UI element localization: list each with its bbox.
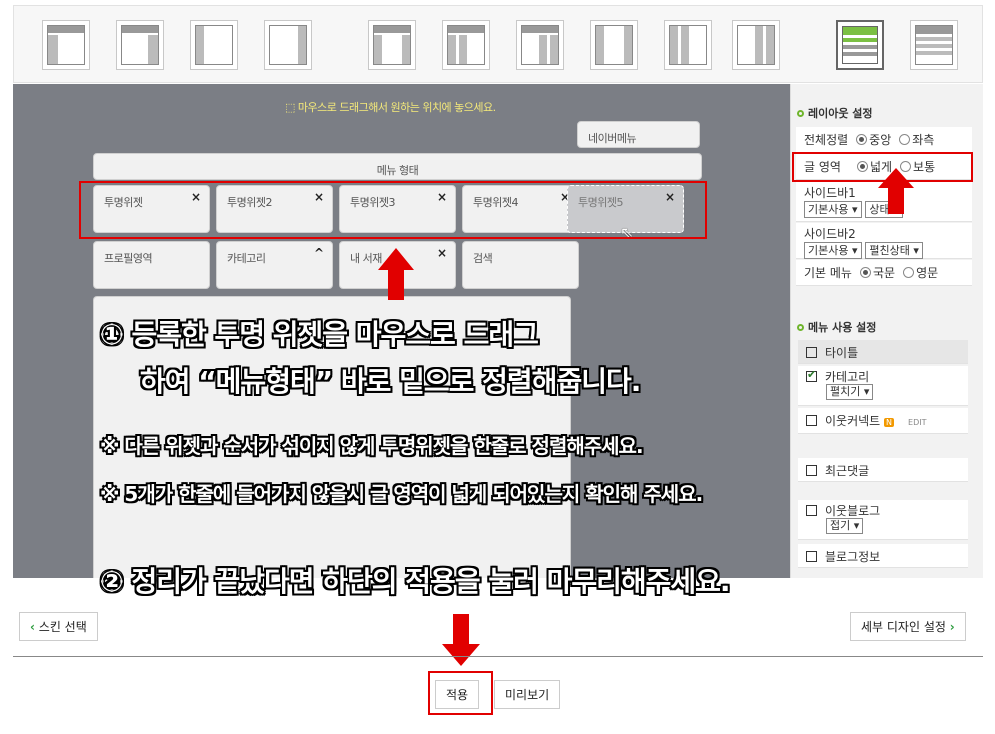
layout-template-6[interactable] [442, 20, 490, 70]
layout-template-12[interactable] [910, 20, 958, 70]
align-label: 전체정렬 [804, 133, 849, 147]
layout-template-3[interactable] [190, 20, 238, 70]
layout-template-4[interactable] [264, 20, 312, 70]
layout-template-5[interactable] [368, 20, 416, 70]
widget-nav-menu[interactable]: 네이버메뉴 [577, 121, 700, 148]
layout-template-7[interactable] [516, 20, 564, 70]
edit-link[interactable]: EDIT [908, 418, 926, 427]
category-checkbox[interactable] [806, 368, 817, 382]
neighbor-blog-select[interactable]: 접기 ▾ [826, 518, 864, 534]
menu-usage-heading: 메뉴 사용 설정 [797, 319, 876, 335]
recent-checkbox[interactable] [806, 465, 817, 476]
neighbor-blog-checkbox[interactable] [806, 505, 817, 516]
layout-settings-title: 레이아웃 설정 [808, 107, 873, 120]
neighbor-blog-select-value: 접기 [830, 519, 851, 532]
sidebar1-select-usage[interactable]: 기본사용 ▾ [804, 201, 862, 218]
menu-item-neighbor[interactable]: 이웃커넥트 N EDIT [798, 408, 968, 434]
sidebar2-row: 사이드바2 기본사용 ▾ 펼친상태 ▾ [796, 223, 972, 259]
menu-usage-title: 메뉴 사용 설정 [808, 321, 877, 334]
layout-template-11-selected[interactable] [836, 20, 884, 70]
widget-label: 카테고리 [227, 252, 266, 265]
neighbor-checkbox[interactable] [806, 415, 817, 426]
instruction-step1-line2: 하여 “메뉴형태” 바로 밑으로 정렬해줍니다. [140, 365, 641, 398]
layout-template-2[interactable] [116, 20, 164, 70]
cursor-icon: ⬚ [285, 101, 298, 114]
layout-template-8[interactable] [590, 20, 638, 70]
widget-profile[interactable]: 프로필영역 [93, 241, 210, 289]
menu-item-recent-comments[interactable]: 최근댓글 [798, 458, 968, 482]
detail-design-label: 세부 디자인 설정 [861, 620, 946, 634]
menu-item-blog-info[interactable]: 블로그정보 [798, 544, 968, 568]
skin-select-button[interactable]: ‹ 스킨 선택 [19, 612, 98, 641]
radio-center[interactable] [856, 134, 868, 145]
widget-label: 네이버메뉴 [588, 132, 637, 145]
layout-template-9[interactable] [664, 20, 712, 70]
arrow-up-icon [378, 248, 414, 300]
korean-label: 국문 [872, 266, 896, 280]
divider [13, 656, 983, 657]
category-select-value: 펼치기 [830, 385, 861, 398]
align-center-label: 중앙 [869, 133, 892, 147]
preview-label: 미리보기 [505, 688, 550, 702]
title-label: 타이틀 [825, 346, 859, 360]
blog-info-label: 블로그정보 [825, 550, 881, 564]
preview-button[interactable]: 미리보기 [494, 680, 561, 709]
widget-label: 검색 [473, 252, 493, 265]
align-left-label: 좌측 [912, 133, 935, 147]
blog-info-checkbox[interactable] [806, 551, 817, 562]
align-row: 전체정렬 중앙 좌측 [796, 127, 972, 153]
drag-hint-text: 마우스로 드래그해서 원하는 위치에 놓으세요. [297, 101, 496, 114]
layout-template-1[interactable] [42, 20, 90, 70]
category-label: 카테고리 [825, 370, 870, 384]
neighbor-blog-label: 이웃블로그 [825, 504, 881, 518]
sidebar1-usage-value: 기본사용 [808, 203, 849, 216]
layout-settings-heading: 레이아웃 설정 [797, 105, 873, 121]
widget-menu-form[interactable]: 메뉴 형태 [93, 153, 702, 180]
instruction-note1: ※ 다른 위젯과 순서가 섞이지 않게 투명위젯을 한줄로 정렬해주세요. [100, 434, 644, 458]
close-icon[interactable]: × [437, 246, 447, 260]
widget-label: 메뉴 형태 [376, 164, 419, 177]
radio-left[interactable] [899, 134, 911, 145]
sidebar2-select-state[interactable]: 펼친상태 ▾ [865, 242, 923, 259]
detail-design-button[interactable]: 세부 디자인 설정 › [850, 612, 966, 641]
menu-item-neighbor-blog[interactable]: 이웃블로그 접기 ▾ [798, 500, 968, 540]
menu-item-category[interactable]: 카테고리펼치기 ▾ [798, 366, 968, 406]
sidebar2-select-usage[interactable]: 기본사용 ▾ [804, 242, 862, 259]
highlight-apply [428, 671, 493, 715]
arrow-down-icon [442, 614, 480, 666]
layout-template-strip [13, 5, 983, 83]
bullet-icon [797, 110, 804, 117]
arrow-up-icon [878, 168, 914, 214]
chevron-up-icon[interactable]: ^ [314, 246, 324, 260]
menu-item-title[interactable]: 타이틀 [798, 340, 968, 364]
instruction-step1-line1: ① 등록한 투명 위젯을 마우스로 드래그 [100, 318, 539, 351]
widget-search[interactable]: 검색 [462, 241, 579, 289]
sidebar2-state-value: 펼친상태 [869, 244, 910, 257]
new-badge: N [884, 418, 895, 427]
layout-template-10[interactable] [732, 20, 780, 70]
bullet-icon [797, 324, 804, 331]
recent-label: 최근댓글 [825, 464, 870, 478]
category-select[interactable]: 펼치기 ▾ [826, 384, 874, 400]
sidebar2-label: 사이드바2 [804, 227, 856, 241]
english-label: 영문 [916, 266, 939, 280]
radio-korean[interactable] [859, 267, 871, 278]
chevron-right-icon: › [949, 620, 955, 634]
sidebar2-usage-value: 기본사용 [808, 244, 849, 257]
title-checkbox[interactable] [806, 347, 817, 358]
widget-label: 프로필영역 [104, 252, 153, 265]
drag-hint: ⬚ 마우스로 드래그해서 원하는 위치에 놓으세요. [285, 99, 496, 115]
menu-lang-label: 기본 메뉴 [804, 266, 852, 280]
widget-category[interactable]: 카테고리 ^ [216, 241, 333, 289]
highlight-row [79, 181, 707, 239]
radio-english[interactable] [903, 267, 915, 278]
skin-select-label: 스킨 선택 [38, 620, 87, 634]
neighbor-label: 이웃커넥트 [825, 414, 881, 428]
instruction-step2: ② 정리가 끝났다면 하단의 적용을 눌러 마무리해주세요. [100, 565, 731, 598]
instruction-note2: ※ 5개가 한줄에 들어가지 않을시 글 영역이 넓게 되어있는지 확인해 주세… [100, 482, 703, 506]
menu-lang-row: 기본 메뉴 국문 영문 [796, 260, 972, 286]
chevron-left-icon: ‹ [30, 620, 35, 634]
